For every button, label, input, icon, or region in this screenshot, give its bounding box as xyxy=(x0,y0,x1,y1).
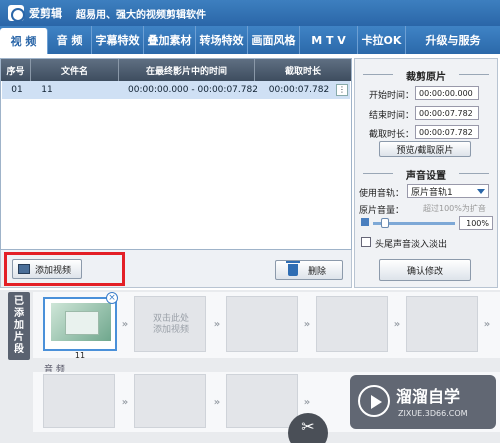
tab-karaoke[interactable]: 卡拉OK xyxy=(358,26,406,54)
row-more-icon[interactable]: ⋮ xyxy=(336,84,348,96)
table-row[interactable]: 01 11 00:00:00.000 - 00:00:07.782 00:00:… xyxy=(2,81,350,99)
tab-picture-style[interactable]: 画面风格 xyxy=(248,26,300,54)
added-clips-tab[interactable]: 已 添 加 片 段 xyxy=(8,292,30,360)
added-clips-char: 已 xyxy=(14,296,24,307)
fade-checkbox[interactable] xyxy=(361,237,371,247)
clip-caption: 11 xyxy=(74,351,86,360)
table-header: 序号 文件名 在最终影片中的时间 截取时长 xyxy=(1,59,351,81)
trim-section-title: 裁剪原片 xyxy=(406,72,446,83)
preview-trim-button[interactable]: 预览/截取原片 xyxy=(379,141,471,157)
row-duration: 00:00:07.782 xyxy=(268,85,330,95)
tab-subtitle-effects[interactable]: 字幕特效 xyxy=(92,26,144,54)
app-slogan: 超易用、强大的视频剪辑软件 xyxy=(76,9,206,21)
audio-slot[interactable] xyxy=(134,374,206,428)
added-clips-char: 加 xyxy=(14,320,24,331)
tab-mtv[interactable]: M T V xyxy=(300,26,358,54)
audio-track-select[interactable]: 原片音轨1 xyxy=(407,184,489,198)
end-time-label: 结束时间： xyxy=(369,111,415,121)
row-filename: 11 xyxy=(41,85,53,95)
start-time-field[interactable]: 00:00:00.000 xyxy=(415,86,479,100)
col-time-in-movie: 在最终影片中的时间 xyxy=(119,59,255,81)
chevron-right-icon: » xyxy=(121,396,129,408)
duration-label: 截取时长： xyxy=(369,130,415,140)
audio-track-label: 使用音轨： xyxy=(359,189,405,199)
watermark-title: 溜溜自学 xyxy=(396,387,461,406)
fade-label: 头尾声音淡入淡出 xyxy=(375,240,448,250)
empty-clip-slot[interactable] xyxy=(316,296,388,352)
delete-label: 删除 xyxy=(308,266,327,277)
tab-transition-effects[interactable]: 转场特效 xyxy=(196,26,248,54)
delete-button[interactable]: 删除 xyxy=(275,260,343,280)
chevron-right-icon: » xyxy=(121,318,129,330)
close-icon[interactable]: × xyxy=(106,292,118,304)
chevron-right-icon: » xyxy=(303,396,311,408)
tab-audio[interactable]: 音 频 xyxy=(48,26,92,54)
chevron-right-icon: » xyxy=(303,318,311,330)
watermark: 溜溜自学 ZIXUE.3D66.COM xyxy=(350,375,496,429)
chevron-right-icon: » xyxy=(213,396,221,408)
tab-upgrade-service[interactable]: 升级与服务 xyxy=(406,26,500,54)
col-duration: 截取时长 xyxy=(284,66,321,77)
clip-preview-frame xyxy=(65,311,99,335)
tab-overlay-materials[interactable]: 叠加素材 xyxy=(144,26,196,54)
chevron-right-icon: » xyxy=(483,318,491,330)
col-filename: 文件名 xyxy=(31,59,119,81)
added-clips-char: 片 xyxy=(14,332,24,343)
col-index: 序号 xyxy=(1,59,31,81)
audio-section-title: 声音设置 xyxy=(406,171,446,182)
audio-track-value: 原片音轨1 xyxy=(411,187,453,198)
volume-slider-thumb[interactable] xyxy=(381,218,389,228)
duration-field[interactable]: 00:00:07.782 xyxy=(415,125,479,139)
video-list-table: 序号 文件名 在最终影片中的时间 截取时长 01 11 00:00:00.000… xyxy=(0,58,352,250)
highlight-annotation xyxy=(4,252,125,286)
clip-thumbnail[interactable] xyxy=(43,297,117,351)
empty-clip-slot[interactable] xyxy=(406,296,478,352)
added-clips-char: 添 xyxy=(14,308,24,319)
main-menu-tabs: 视 频 音 频 字幕特效 叠加素材 转场特效 画面风格 M T V 卡拉OK 升… xyxy=(0,26,500,54)
start-time-label: 开始时间： xyxy=(369,91,415,101)
added-clips-char: 段 xyxy=(14,344,24,355)
confirm-button[interactable]: 确认修改 xyxy=(379,259,471,281)
tab-video[interactable]: 视 频 xyxy=(0,28,48,54)
volume-value-field[interactable]: 100% xyxy=(459,216,493,230)
app-logo-icon xyxy=(8,5,25,22)
row-time-range: 00:00:00.000 - 00:00:07.782 xyxy=(128,85,258,95)
audio-slot[interactable] xyxy=(226,374,298,428)
speaker-icon xyxy=(361,218,369,226)
trash-icon xyxy=(286,261,300,276)
volume-hint: 超过100%为扩音 xyxy=(423,204,486,213)
clip-settings-panel: 裁剪原片 开始时间： 00:00:00.000 结束时间： 00:00:07.7… xyxy=(354,58,498,288)
chevron-down-icon xyxy=(477,189,485,194)
watermark-subtitle: ZIXUE.3D66.COM xyxy=(398,409,468,418)
double-click-hint: 双击此处 添加视频 xyxy=(152,314,189,335)
chevron-right-icon: » xyxy=(393,318,401,330)
empty-clip-slot[interactable] xyxy=(226,296,298,352)
row-index: 01 xyxy=(11,85,23,95)
chevron-right-icon: » xyxy=(213,318,221,330)
volume-label: 原片音量： xyxy=(359,206,405,216)
app-name: 爱剪辑 xyxy=(29,7,62,20)
play-logo-icon xyxy=(358,385,390,417)
audio-slot[interactable] xyxy=(43,374,115,428)
clip-preview-image xyxy=(51,303,111,341)
title-bar: 爱剪辑 超易用、强大的视频剪辑软件 xyxy=(0,0,500,26)
end-time-field[interactable]: 00:00:07.782 xyxy=(415,106,479,120)
